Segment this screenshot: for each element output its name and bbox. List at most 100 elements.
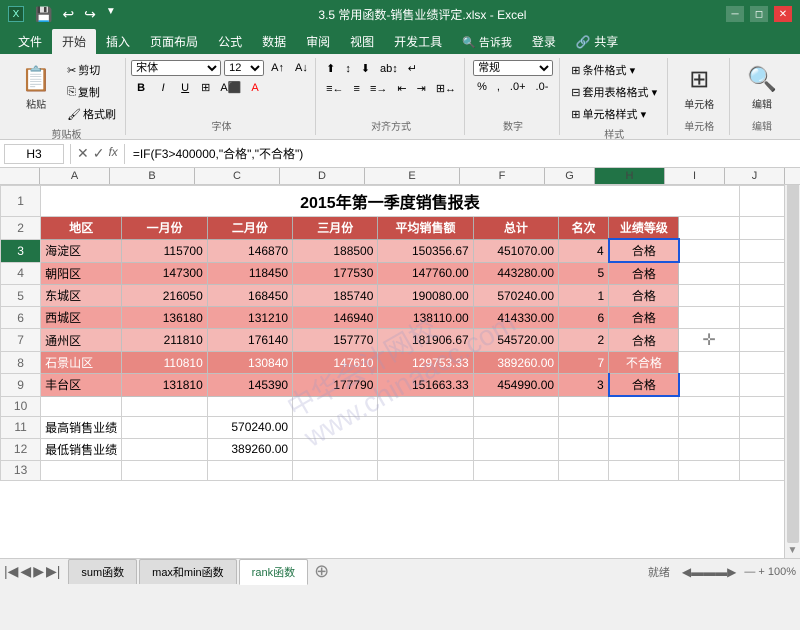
cell-A13[interactable] bbox=[41, 460, 122, 480]
cell-H6[interactable]: 合格 bbox=[609, 307, 679, 329]
percent-btn[interactable]: % bbox=[473, 79, 491, 95]
minimize-btn[interactable]: ─ bbox=[726, 6, 744, 22]
undo-quick-btn[interactable]: ↩ bbox=[59, 4, 77, 25]
cell-D12[interactable] bbox=[293, 438, 378, 460]
header-cell-G2[interactable]: 名次 bbox=[559, 217, 609, 240]
cell-F4[interactable]: 443280.00 bbox=[473, 262, 558, 285]
font-color-btn[interactable]: A bbox=[247, 80, 262, 96]
cell-E4[interactable]: 147760.00 bbox=[378, 262, 473, 285]
cell-B10[interactable] bbox=[122, 396, 207, 416]
cell-G5[interactable]: 1 bbox=[559, 285, 609, 307]
cell-style-btn[interactable]: ⊞单元格样式 ▾ bbox=[567, 104, 661, 124]
grid-container[interactable]: A B C D E F G H I J 1 2015年第一季度销售报表 2 地区… bbox=[0, 168, 800, 558]
header-cell-A2[interactable]: 地区 bbox=[41, 217, 122, 240]
cell-C5[interactable]: 168450 bbox=[207, 285, 292, 307]
cancel-formula-btn[interactable]: ✕ bbox=[77, 145, 89, 162]
tab-file[interactable]: 文件 bbox=[8, 29, 52, 54]
formula-input[interactable] bbox=[131, 145, 796, 163]
cell-A8[interactable]: 石景山区 bbox=[41, 352, 122, 374]
save-quick-btn[interactable]: 💾 bbox=[32, 4, 55, 25]
close-btn[interactable]: ✕ bbox=[774, 6, 792, 22]
text-direction-btn[interactable]: ab↕ bbox=[376, 60, 402, 77]
cell-D8[interactable]: 147610 bbox=[293, 352, 378, 374]
add-sheet-btn[interactable]: ⊕ bbox=[314, 561, 329, 582]
edit-btn[interactable]: 🔍 编辑 bbox=[739, 60, 785, 116]
scrollbar-vertical[interactable]: ▲ ▼ bbox=[784, 168, 800, 558]
align-middle-btn[interactable]: ↕ bbox=[341, 60, 355, 77]
increase-font-btn[interactable]: A↑ bbox=[267, 60, 288, 76]
cell-I7[interactable]: ✛ bbox=[679, 329, 739, 352]
cell-C8[interactable]: 130840 bbox=[207, 352, 292, 374]
cell-E7[interactable]: 181906.67 bbox=[378, 329, 473, 352]
copy-btn[interactable]: ⎘复制 bbox=[63, 82, 120, 102]
cell-E3[interactable]: 150356.67 bbox=[378, 239, 473, 262]
cell-C12[interactable]: 389260.00 bbox=[207, 438, 292, 460]
sheet-nav-prev-btn[interactable]: ◀ bbox=[20, 563, 31, 580]
cell-A6[interactable]: 西城区 bbox=[41, 307, 122, 329]
cell-G7[interactable]: 2 bbox=[559, 329, 609, 352]
cell-D6[interactable]: 146940 bbox=[293, 307, 378, 329]
cell-F10[interactable] bbox=[473, 396, 558, 416]
cell-H10[interactable] bbox=[609, 396, 679, 416]
tab-insert[interactable]: 插入 bbox=[96, 29, 140, 54]
cell-B3[interactable]: 115700 bbox=[122, 239, 207, 262]
sheet-tab-maxmin[interactable]: max和min函数 bbox=[139, 559, 237, 584]
cell-H5[interactable]: 合格 bbox=[609, 285, 679, 307]
cell-G12[interactable] bbox=[559, 438, 609, 460]
cell-F8[interactable]: 389260.00 bbox=[473, 352, 558, 374]
cell-F3[interactable]: 451070.00 bbox=[473, 239, 558, 262]
col-header-B[interactable]: B bbox=[110, 168, 195, 184]
cell-I5[interactable] bbox=[679, 285, 739, 307]
cell-D13[interactable] bbox=[293, 460, 378, 480]
align-bottom-btn[interactable]: ⬇ bbox=[357, 60, 374, 77]
cell-D7[interactable]: 157770 bbox=[293, 329, 378, 352]
tab-help[interactable]: 🔍 告诉我 bbox=[452, 30, 522, 54]
cell-F13[interactable] bbox=[473, 460, 558, 480]
header-cell-F2[interactable]: 总计 bbox=[473, 217, 558, 240]
col-header-G[interactable]: G bbox=[545, 168, 595, 184]
font-family-select[interactable]: 宋体 bbox=[131, 60, 221, 76]
cell-C4[interactable]: 118450 bbox=[207, 262, 292, 285]
tab-home[interactable]: 开始 bbox=[52, 29, 96, 54]
cut-btn[interactable]: ✂剪切 bbox=[63, 60, 120, 80]
cell-I11[interactable] bbox=[679, 416, 739, 438]
tab-data[interactable]: 数据 bbox=[252, 29, 296, 54]
cell-G13[interactable] bbox=[559, 460, 609, 480]
sheet-nav-last-btn[interactable]: ▶| bbox=[46, 563, 60, 580]
header-cell-H2[interactable]: 业绩等级 bbox=[609, 217, 679, 240]
cell-I6[interactable] bbox=[679, 307, 739, 329]
col-header-F[interactable]: F bbox=[460, 168, 545, 184]
cell-E12[interactable] bbox=[378, 438, 473, 460]
tab-layout[interactable]: 页面布局 bbox=[140, 29, 208, 54]
cell-I2[interactable] bbox=[679, 217, 739, 240]
cell-B7[interactable]: 211810 bbox=[122, 329, 207, 352]
merge-btn[interactable]: ⊞↔ bbox=[432, 80, 460, 97]
cell-A11[interactable]: 最高销售业绩 bbox=[41, 416, 122, 438]
italic-btn[interactable]: I bbox=[153, 80, 173, 96]
cell-F6[interactable]: 414330.00 bbox=[473, 307, 558, 329]
title-cell[interactable]: 2015年第一季度销售报表 bbox=[41, 186, 740, 217]
cell-D4[interactable]: 177530 bbox=[293, 262, 378, 285]
col-header-C[interactable]: C bbox=[195, 168, 280, 184]
align-right-btn[interactable]: ≡→ bbox=[366, 80, 391, 97]
header-cell-B2[interactable]: 一月份 bbox=[122, 217, 207, 240]
scroll-thumb[interactable] bbox=[787, 183, 799, 543]
cell-C6[interactable]: 131210 bbox=[207, 307, 292, 329]
header-cell-E2[interactable]: 平均销售额 bbox=[378, 217, 473, 240]
cell-A10[interactable] bbox=[41, 396, 122, 416]
col-header-E[interactable]: E bbox=[365, 168, 460, 184]
cell-C13[interactable] bbox=[207, 460, 292, 480]
cell-I12[interactable] bbox=[679, 438, 739, 460]
customize-quick-btn[interactable]: ▼ bbox=[103, 4, 119, 25]
decrease-font-btn[interactable]: A↓ bbox=[291, 60, 312, 76]
cell-A5[interactable]: 东城区 bbox=[41, 285, 122, 307]
cell-I4[interactable] bbox=[679, 262, 739, 285]
tab-review[interactable]: 审阅 bbox=[296, 29, 340, 54]
cell-F12[interactable] bbox=[473, 438, 558, 460]
insert-function-btn[interactable]: fx bbox=[108, 145, 117, 162]
cell-A7[interactable]: 通州区 bbox=[41, 329, 122, 352]
cell-E10[interactable] bbox=[378, 396, 473, 416]
cell-G8[interactable]: 7 bbox=[559, 352, 609, 374]
cell-H12[interactable] bbox=[609, 438, 679, 460]
cell-I13[interactable] bbox=[679, 460, 739, 480]
